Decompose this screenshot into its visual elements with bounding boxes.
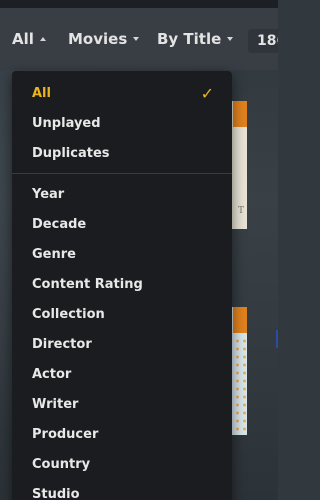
menu-item-studio[interactable]: Studio xyxy=(12,480,232,500)
menu-item-label: Producer xyxy=(32,427,99,442)
filter-bar: All Movies By Title 186 xyxy=(0,8,278,70)
menu-item-label: All xyxy=(32,86,51,101)
poster-tab xyxy=(233,101,247,127)
type-filter-label: All xyxy=(12,30,34,48)
menu-item-label: Director xyxy=(32,337,92,352)
library-page: All Movies By Title 186 T All ✓ Unplayed xyxy=(0,0,278,500)
menu-item-label: Unplayed xyxy=(32,116,101,131)
sort-filter-label: By Title xyxy=(157,30,222,48)
caret-down-icon xyxy=(227,37,234,41)
menu-item-label: Collection xyxy=(32,307,105,322)
menu-item-unplayed[interactable]: Unplayed xyxy=(12,109,232,139)
caret-up-icon xyxy=(39,37,46,41)
menu-item-label: Genre xyxy=(32,247,76,262)
type-filter-dropdown[interactable]: All xyxy=(12,8,46,70)
menu-item-country[interactable]: Country xyxy=(12,450,232,480)
library-filter-label: Movies xyxy=(68,30,128,48)
menu-item-decade[interactable]: Decade xyxy=(12,210,232,240)
menu-item-content-rating[interactable]: Content Rating xyxy=(12,270,232,300)
menu-item-genre[interactable]: Genre xyxy=(12,240,232,270)
menu-item-label: Writer xyxy=(32,397,79,412)
menu-item-label: Content Rating xyxy=(32,277,143,292)
menu-item-actor[interactable]: Actor xyxy=(12,360,232,390)
menu-item-label: Duplicates xyxy=(32,146,110,161)
check-icon: ✓ xyxy=(200,84,214,103)
menu-item-label: Year xyxy=(32,187,65,202)
sort-filter-dropdown[interactable]: By Title xyxy=(157,8,234,70)
poster-edge xyxy=(276,330,278,348)
poster-text: T xyxy=(237,206,244,216)
menu-item-writer[interactable]: Writer xyxy=(12,390,232,420)
menu-item-label: Country xyxy=(32,457,91,472)
menu-item-label: Actor xyxy=(32,367,72,382)
poster-tab xyxy=(233,307,247,333)
menu-item-label: Studio xyxy=(32,487,80,500)
menu-item-producer[interactable]: Producer xyxy=(12,420,232,450)
caret-down-icon xyxy=(133,37,140,41)
menu-item-all[interactable]: All ✓ xyxy=(12,79,232,109)
item-count-badge: 186 xyxy=(248,29,278,53)
type-filter-menu: All ✓ Unplayed Duplicates Year Decade Ge… xyxy=(12,71,232,500)
menu-item-director[interactable]: Director xyxy=(12,330,232,360)
library-filter-dropdown[interactable]: Movies xyxy=(68,8,140,70)
menu-item-year[interactable]: Year xyxy=(12,180,232,210)
menu-item-collection[interactable]: Collection xyxy=(12,300,232,330)
menu-item-duplicates[interactable]: Duplicates xyxy=(12,139,232,169)
menu-item-label: Decade xyxy=(32,217,87,232)
menu-divider xyxy=(12,173,232,174)
